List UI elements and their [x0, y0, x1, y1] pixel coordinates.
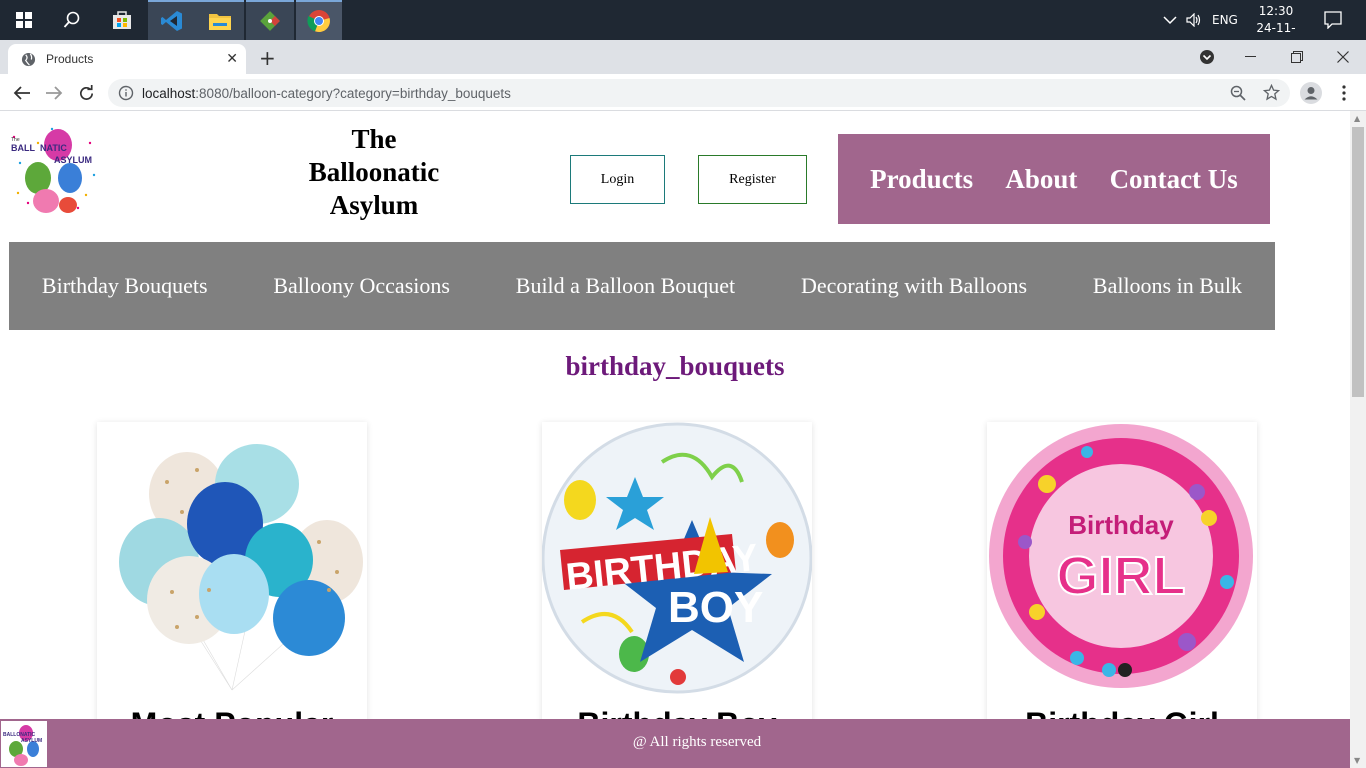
profile-avatar-icon[interactable] — [1300, 82, 1322, 104]
chrome-icon[interactable] — [296, 0, 342, 40]
site-title-line3: Asylum — [329, 190, 419, 220]
search-icon[interactable] — [48, 0, 96, 40]
login-button[interactable]: Login — [570, 155, 665, 204]
site-logo[interactable]: BALL NATIC ASYLUM The — [8, 123, 100, 215]
close-window-icon[interactable] — [1320, 40, 1366, 74]
category-birthday-bouquets[interactable]: Birthday Bouquets — [42, 273, 208, 299]
close-tab-icon[interactable]: ✕ — [226, 51, 238, 67]
back-arrow-icon[interactable] — [11, 82, 33, 104]
notification-icon[interactable] — [1324, 0, 1342, 40]
svg-text:BALL: BALL — [11, 143, 35, 153]
product-card[interactable]: BIRTHDAY BOY Birthday Boy — [542, 422, 812, 752]
minimize-icon[interactable] — [1228, 40, 1274, 74]
svg-text:Birthday: Birthday — [1068, 510, 1174, 540]
nav-about[interactable]: About — [1005, 164, 1077, 195]
scroll-up-icon[interactable]: ▲ — [1354, 114, 1360, 123]
category-bar: Birthday Bouquets Balloony Occasions Bui… — [9, 242, 1275, 330]
main-nav: Products About Contact Us — [838, 134, 1270, 224]
speaker-icon[interactable] — [1186, 0, 1202, 40]
clock-time: 12:30 — [1258, 4, 1294, 18]
forward-arrow-icon[interactable] — [43, 82, 65, 104]
category-balloony-occasions[interactable]: Balloony Occasions — [273, 273, 450, 299]
file-explorer-icon[interactable] — [196, 0, 244, 40]
tab-search-icon[interactable] — [1184, 40, 1230, 74]
svg-text:NATIC: NATIC — [40, 143, 67, 153]
svg-text:The: The — [11, 137, 20, 143]
category-decorating-with-balloons[interactable]: Decorating with Balloons — [801, 273, 1027, 299]
address-bar[interactable]: localhost:8080/balloon-category?category… — [108, 79, 1290, 107]
scrollbar-thumb[interactable] — [1352, 127, 1364, 397]
site-info-icon[interactable] — [118, 85, 134, 101]
zoom-icon[interactable] — [1230, 85, 1246, 101]
globe-icon — [21, 52, 36, 67]
chevron-up-icon[interactable] — [1163, 0, 1177, 40]
restore-icon[interactable] — [1274, 40, 1320, 74]
product-image-balloon-bunch — [119, 444, 363, 691]
url-text: localhost:8080/balloon-category?category… — [142, 86, 511, 101]
start-icon[interactable] — [0, 0, 48, 40]
site-title: The Balloonatic Asylum — [290, 123, 458, 222]
url-path: :8080/balloon-category?category=birthday… — [195, 85, 511, 101]
tab-title: Products — [46, 52, 94, 66]
register-button[interactable]: Register — [698, 155, 807, 204]
git-icon[interactable] — [246, 0, 294, 40]
language-indicator[interactable]: ENG — [1212, 0, 1238, 40]
category-balloons-in-bulk[interactable]: Balloons in Bulk — [1093, 273, 1242, 299]
site-title-line2: Balloonatic — [308, 157, 440, 187]
svg-text:BOY: BOY — [668, 583, 763, 632]
footer-copyright: @ All rights reserved — [632, 734, 762, 750]
new-tab-icon[interactable]: + — [259, 46, 276, 70]
site-title-line1: The — [351, 124, 397, 154]
page-viewport: BALL NATIC ASYLUM The The Balloonatic As… — [0, 111, 1350, 768]
browser-tab-strip: Products ✕ + — [0, 40, 1366, 74]
windows-taskbar: ENG 12:30 24-11-2021 — [0, 0, 1366, 52]
nav-products[interactable]: Products — [870, 164, 973, 195]
svg-text:ASYLUM: ASYLUM — [54, 155, 92, 165]
page-scrollbar[interactable]: ▲ ▼ — [1350, 111, 1366, 768]
vscode-icon[interactable] — [148, 0, 196, 40]
reload-icon[interactable] — [75, 82, 97, 104]
scroll-down-icon[interactable]: ▼ — [1354, 756, 1360, 765]
browser-tab-products[interactable]: Products ✕ — [8, 44, 246, 74]
category-build-a-balloon-bouquet[interactable]: Build a Balloon Bouquet — [516, 273, 735, 299]
product-card[interactable]: Most Popular — [97, 422, 367, 752]
product-card[interactable]: Birthday GIRL Birthday Girl — [987, 422, 1257, 752]
bookmark-star-icon[interactable] — [1263, 84, 1280, 101]
product-image-birthday-boy-balloon: BIRTHDAY BOY — [542, 422, 812, 694]
store-icon[interactable] — [98, 0, 146, 40]
browser-toolbar: localhost:8080/balloon-category?category… — [0, 74, 1366, 111]
nav-contact-us[interactable]: Contact Us — [1110, 164, 1238, 195]
product-image-birthday-girl-balloon: Birthday GIRL — [989, 424, 1253, 688]
footer: BALLONATIC ASYLUM @ All rights reserved — [0, 719, 1350, 768]
svg-text:GIRL: GIRL — [1057, 546, 1186, 606]
category-heading: birthday_bouquets — [565, 351, 785, 381]
url-host: localhost — [142, 85, 196, 101]
menu-kebab-icon[interactable] — [1333, 82, 1355, 104]
